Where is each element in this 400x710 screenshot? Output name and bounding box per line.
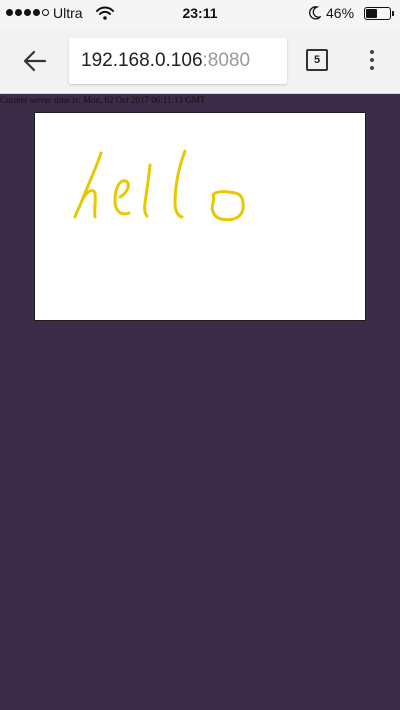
drawing-canvas[interactable]: hello [34,112,366,321]
tab-count: 5 [313,54,321,66]
battery-level [366,9,377,18]
ink-stroke-o [210,190,245,222]
url-host: 192.168.0.106 [81,50,203,71]
battery-percentage: 46% [326,5,355,21]
moon-icon [308,6,323,23]
battery-icon [364,7,394,20]
status-bar: Ultra 23:11 46% [0,0,400,28]
menu-dot [370,58,374,62]
address-bar[interactable]: 192.168.0.106:8080 [69,38,287,84]
server-time-text: Current server time is: Mon, 02 Oct 2017… [0,95,206,105]
ink-stroke-l1 [143,163,152,218]
ink-stroke-l2 [173,149,187,219]
back-button[interactable] [18,44,52,78]
ink-stroke-h-arch [80,189,97,219]
browser-toolbar: 192.168.0.106:8080 5 [0,28,400,94]
arrow-left-icon [23,50,47,72]
menu-dot [370,66,374,70]
overflow-menu-button[interactable] [362,45,382,75]
url-port: :8080 [202,50,251,71]
menu-dot [370,50,374,54]
tab-switcher-button[interactable]: 5 [306,49,328,71]
ink-stroke-e [113,179,131,216]
ink-stroke-h [73,151,103,219]
handwritten-hello: hello [73,149,245,222]
